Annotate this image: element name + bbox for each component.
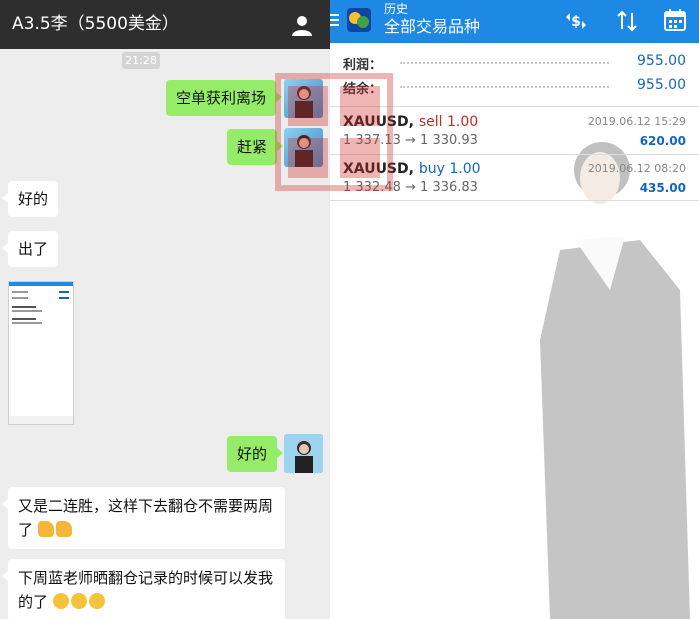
thumbs-up-icon (55, 521, 72, 537)
trade-row[interactable]: XAUUSD, sell 1.00 1 337.13 → 1 330.93 20… (330, 112, 699, 158)
divider (330, 154, 699, 155)
trade-side: sell 1.00 (418, 114, 479, 130)
metatrader-logo-icon (347, 8, 371, 32)
message-timestamp: 21:28 (122, 52, 160, 69)
message-text: 空单获利离场 (176, 89, 267, 107)
message-bubble-incoming[interactable]: 又是二连胜，这样下去翻仓不需要两周了 (2, 487, 285, 549)
thinking-face-icon (88, 593, 105, 609)
app-toolbar: 历史 全部交易品种 $ (330, 0, 699, 43)
trading-history-panel: 历史 全部交易品种 $ 利润： 955.00 结余： 955.00 XAUUSD… (330, 0, 699, 619)
watermark-person-image (540, 142, 690, 619)
message-bubble-outgoing[interactable]: 好的 (227, 436, 284, 472)
svg-text:$: $ (571, 14, 581, 30)
divider (330, 106, 699, 107)
avatar[interactable] (284, 79, 323, 118)
message-text: 好的 (18, 190, 49, 208)
leader-dots (400, 86, 609, 88)
thinking-face-icon (70, 593, 87, 609)
summary-profit-row: 利润： 955.00 (330, 50, 699, 74)
trade-profit: 620.00 (639, 134, 686, 148)
leader-dots (400, 62, 609, 64)
divider (330, 200, 699, 201)
trade-prices: 1 337.13 → 1 330.93 (343, 133, 478, 148)
symbol-filter-title[interactable]: 全部交易品种 (384, 17, 480, 37)
menu-icon[interactable] (330, 13, 340, 27)
contact-info-icon[interactable] (290, 13, 314, 37)
message-text: 好的 (237, 445, 268, 463)
chat-title: A3.5李（5500美金） (12, 14, 179, 34)
message-text: 赶紧 (237, 138, 268, 156)
screen-subtitle: 历史 (384, 2, 409, 16)
image-message-thumbnail[interactable] (8, 281, 74, 425)
trade-side: buy 1.00 (418, 161, 481, 177)
message-bubble-outgoing[interactable]: 赶紧 (227, 129, 284, 165)
message-bubble-incoming[interactable]: 下周蓝老师晒翻仓记录的时候可以发我的了 (2, 559, 285, 619)
trade-row[interactable]: XAUUSD, buy 1.00 1 332.48 → 1 336.83 201… (330, 159, 699, 205)
message-bubble-incoming[interactable]: 好的 (1, 181, 59, 217)
balance-label: 结余： (343, 82, 383, 97)
avatar[interactable] (284, 128, 323, 167)
chat-panel: A3.5李（5500美金） 21:28 空单获利离场 赶紧 好的 出了 好的 又… (0, 0, 330, 619)
thinking-face-icon (52, 593, 69, 609)
profit-value: 955.00 (637, 53, 686, 69)
calendar-icon[interactable] (663, 8, 687, 32)
balance-value: 955.00 (637, 77, 686, 93)
summary-balance-row: 结余： 955.00 (330, 74, 699, 98)
trade-symbol: XAUUSD, buy 1.00 (343, 161, 481, 177)
message-text: 出了 (18, 240, 49, 258)
profit-label: 利润： (343, 58, 383, 73)
trade-symbol-text: XAUUSD, (343, 114, 414, 130)
currency-exchange-icon[interactable]: $ (564, 9, 588, 33)
trade-date: 2019.06.12 15:29 (587, 115, 686, 128)
message-bubble-incoming[interactable]: 出了 (1, 231, 59, 267)
trade-profit: 435.00 (639, 181, 686, 195)
trade-symbol-text: XAUUSD, (343, 161, 414, 177)
chat-header: A3.5李（5500美金） (0, 0, 330, 49)
sort-icon[interactable] (615, 9, 639, 33)
thumbs-up-icon (37, 521, 54, 537)
message-bubble-outgoing[interactable]: 空单获利离场 (166, 80, 283, 116)
avatar[interactable] (284, 434, 323, 473)
trade-prices: 1 332.48 → 1 336.83 (343, 180, 478, 195)
trade-date: 2019.06.12 08:20 (587, 162, 686, 175)
trade-symbol: XAUUSD, sell 1.00 (343, 114, 478, 130)
